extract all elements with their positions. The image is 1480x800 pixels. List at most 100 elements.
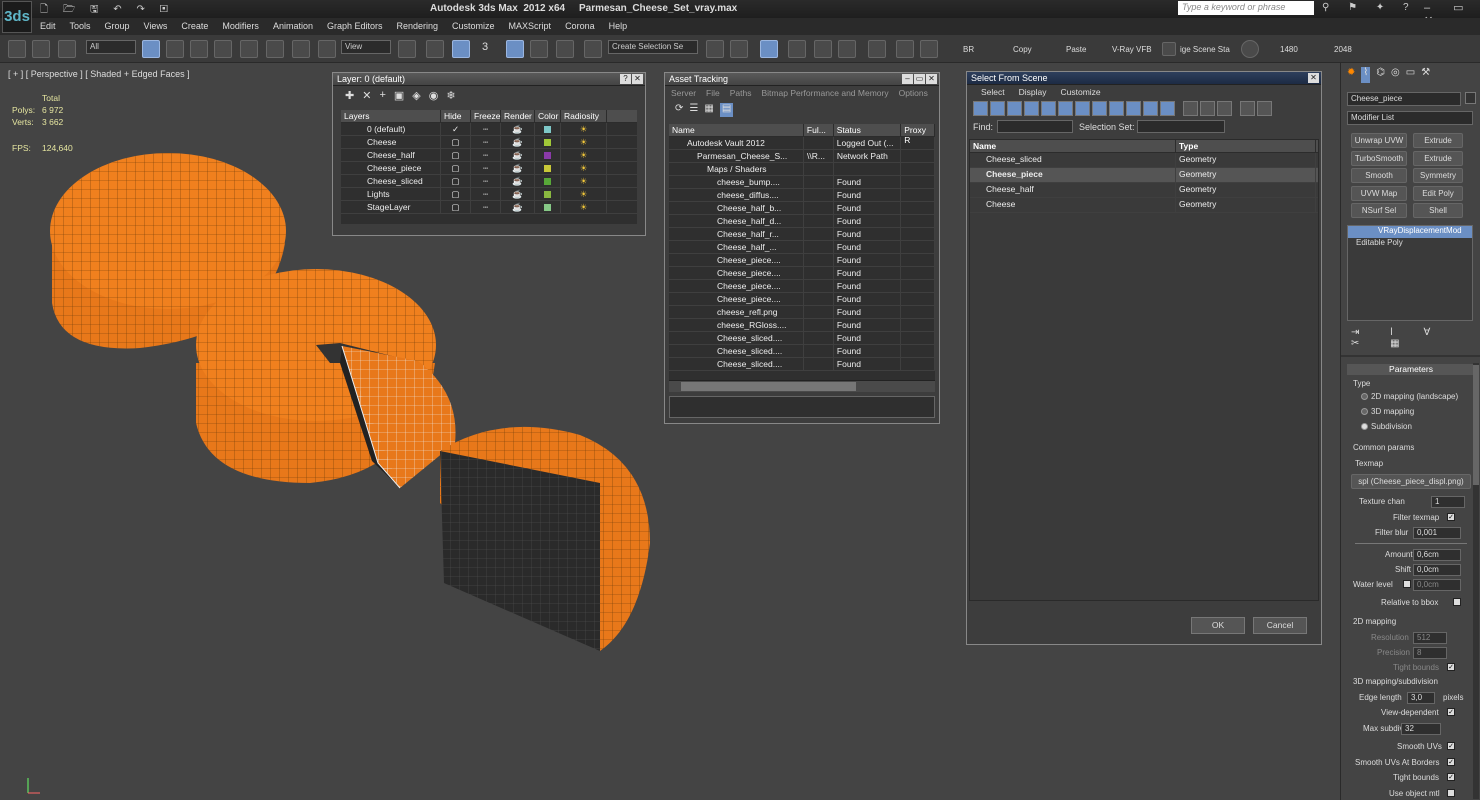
ok-button[interactable]: OK	[1191, 617, 1245, 634]
select-from-scene-window[interactable]: Select From Scene ✕ Select Display Customi…	[966, 71, 1322, 645]
tight-bounds-checkbox[interactable]: ✓	[1447, 663, 1455, 671]
filter-bones-icon[interactable]	[1109, 101, 1124, 116]
modifier-button-unwrap-uvw[interactable]: Unwrap UVW	[1351, 133, 1407, 148]
select-move-icon[interactable]	[240, 40, 258, 58]
amount-spinner[interactable]: 0,6cm	[1413, 549, 1461, 561]
layer-manager-window[interactable]: Layer: 0 (default) ? ✕ ✚ ✕ + ▣ ◈ ◉ ❄ Laye…	[332, 72, 646, 236]
layer-row[interactable]: Cheese_half ▢ ┄ ☕ ☀	[341, 149, 637, 162]
filter-space-warps-icon[interactable]	[1058, 101, 1073, 116]
layer-col-color[interactable]: Color	[535, 110, 561, 122]
asset-row[interactable]: Cheese_half_d... Found	[669, 215, 935, 228]
menu-views[interactable]: Views	[144, 21, 168, 31]
window-crossing-icon[interactable]	[214, 40, 232, 58]
menu-corona[interactable]: Corona	[565, 21, 595, 31]
render-teapot-icon[interactable]: ☕	[501, 123, 535, 135]
modify-tab-icon[interactable]: ⌇	[1361, 67, 1371, 83]
vray-vfb-button[interactable]: V-Ray VFB	[1112, 45, 1152, 54]
select-menu-item[interactable]: Select	[981, 87, 1005, 97]
create-tab-icon[interactable]: ✹	[1347, 67, 1355, 83]
filter-filter-icon[interactable]	[1240, 101, 1255, 116]
view-dependent-checkbox[interactable]: ✓	[1447, 708, 1455, 716]
color-swatch[interactable]	[535, 188, 561, 200]
texmap-button[interactable]: spl (Cheese_piece_displ.png)	[1351, 474, 1471, 489]
scene-object-row[interactable]: Cheese_sliced Geometry	[970, 153, 1318, 168]
render-setup-icon[interactable]	[896, 40, 914, 58]
shift-spinner[interactable]: 0,0cm	[1413, 564, 1461, 576]
select-menu-item[interactable]: Customize	[1061, 87, 1101, 97]
display-tab-icon[interactable]: ▭	[1406, 67, 1415, 83]
filter-blur-spinner[interactable]: 0,001	[1413, 527, 1461, 539]
quick-access-icons[interactable]: 🗋 🗁 🖫 ↶ ↷ ▣	[40, 2, 174, 19]
asset-menu-item[interactable]: Server	[671, 88, 696, 98]
scene-states-button[interactable]: ige Scene Sta	[1180, 45, 1230, 54]
material-editor-icon[interactable]	[868, 40, 886, 58]
asset-menu-item[interactable]: File	[706, 88, 720, 98]
layer-col-render[interactable]: Render	[501, 110, 535, 122]
relative-bbox-checkbox[interactable]	[1453, 598, 1461, 606]
select-menu-item[interactable]: Display	[1019, 87, 1047, 97]
asset-col-header[interactable]: Name	[669, 124, 804, 136]
menu-maxscript[interactable]: MAXScript	[509, 21, 552, 31]
asset-col-header[interactable]: Ful...	[804, 124, 834, 136]
asset-row[interactable]: Cheese_half_b... Found	[669, 202, 935, 215]
asset-row[interactable]: Cheese_half_... Found	[669, 241, 935, 254]
find-input[interactable]	[997, 120, 1073, 133]
select-col-header[interactable]: Type	[1176, 140, 1316, 152]
water-level-spinner[interactable]: 0,0cm	[1413, 579, 1461, 591]
tight-bounds-3d-checkbox[interactable]: ✓	[1447, 773, 1455, 781]
scrollbar-thumb[interactable]	[681, 382, 856, 391]
asset-row[interactable]: cheese_diffus.... Found	[669, 189, 935, 202]
hide-checkbox[interactable]: ✓	[441, 123, 471, 135]
freeze-icon[interactable]: ┄	[471, 136, 501, 148]
parameters-rollout-header[interactable]: Parameters	[1347, 364, 1475, 375]
menu-animation[interactable]: Animation	[273, 21, 313, 31]
filter-display-none-icon[interactable]	[1200, 101, 1215, 116]
use-object-mtl-checkbox[interactable]	[1447, 789, 1455, 797]
color-swatch[interactable]	[535, 149, 561, 161]
modifier-button-shell[interactable]: Shell	[1413, 203, 1463, 218]
hide-checkbox[interactable]: ▢	[441, 136, 471, 148]
asset-row[interactable]: Cheese_piece.... Found	[669, 293, 935, 306]
filter-cameras-icon[interactable]	[1024, 101, 1039, 116]
bind-space-warp-icon[interactable]	[58, 40, 76, 58]
angle-snap-icon[interactable]	[506, 40, 524, 58]
radiosity-bulb-icon[interactable]: ☀	[561, 162, 607, 174]
keyboard-shortcut-icon[interactable]	[452, 40, 470, 58]
freeze-icon[interactable]: ┄	[471, 149, 501, 161]
max-subdivs-spinner[interactable]: 32	[1401, 723, 1441, 735]
hide-checkbox[interactable]: ▢	[441, 162, 471, 174]
texture-chan-spinner[interactable]: 1	[1431, 496, 1465, 508]
layer-col-layers[interactable]: Layers	[341, 110, 441, 122]
close-icon[interactable]: ✕	[926, 74, 937, 84]
menu-rendering[interactable]: Rendering	[397, 21, 439, 31]
scene-object-row[interactable]: Cheese_piece Geometry	[970, 168, 1318, 183]
percent-snap-icon[interactable]	[530, 40, 548, 58]
copy-button[interactable]: Copy	[1013, 45, 1032, 54]
stack-item-editable-poly[interactable]: Editable Poly	[1348, 238, 1472, 250]
stack-item-vraydisplacement[interactable]: VRayDisplacementMod	[1348, 226, 1472, 238]
asset-row[interactable]: Cheese_half_r... Found	[669, 228, 935, 241]
asset-menu-item[interactable]: Bitmap Performance and Memory	[762, 88, 889, 98]
asset-menu-item[interactable]: Paths	[730, 88, 752, 98]
menu-edit[interactable]: Edit	[40, 21, 56, 31]
filter-helpers-icon[interactable]	[1041, 101, 1056, 116]
unlink-icon[interactable]	[32, 40, 50, 58]
radiosity-bulb-icon[interactable]: ☀	[561, 149, 607, 161]
freeze-icon[interactable]: ┄	[471, 201, 501, 213]
modifier-list-dropdown[interactable]: Modifier List	[1347, 111, 1473, 125]
smooth-uvs-borders-checkbox[interactable]: ✓	[1447, 758, 1455, 766]
modifier-button-smooth[interactable]: Smooth	[1351, 168, 1407, 183]
filter-shapes-icon[interactable]	[990, 101, 1005, 116]
resolution-width-button[interactable]: 1480	[1280, 45, 1298, 54]
scale-icon[interactable]	[318, 40, 336, 58]
asset-col-header[interactable]: Proxy R	[901, 124, 935, 145]
scene-object-row[interactable]: Cheese_half Geometry	[970, 183, 1318, 198]
asset-row[interactable]: Cheese_piece.... Found	[669, 280, 935, 293]
filter-groups-icon[interactable]	[1075, 101, 1090, 116]
cheese-half[interactable]	[440, 426, 650, 651]
asset-row[interactable]: cheese_RGloss.... Found	[669, 319, 935, 332]
render-teapot-icon[interactable]: ☕	[501, 175, 535, 187]
scene-state-icon[interactable]	[1162, 42, 1176, 56]
asset-row[interactable]: Cheese_piece.... Found	[669, 254, 935, 267]
render-teapot-icon[interactable]: ☕	[501, 201, 535, 213]
